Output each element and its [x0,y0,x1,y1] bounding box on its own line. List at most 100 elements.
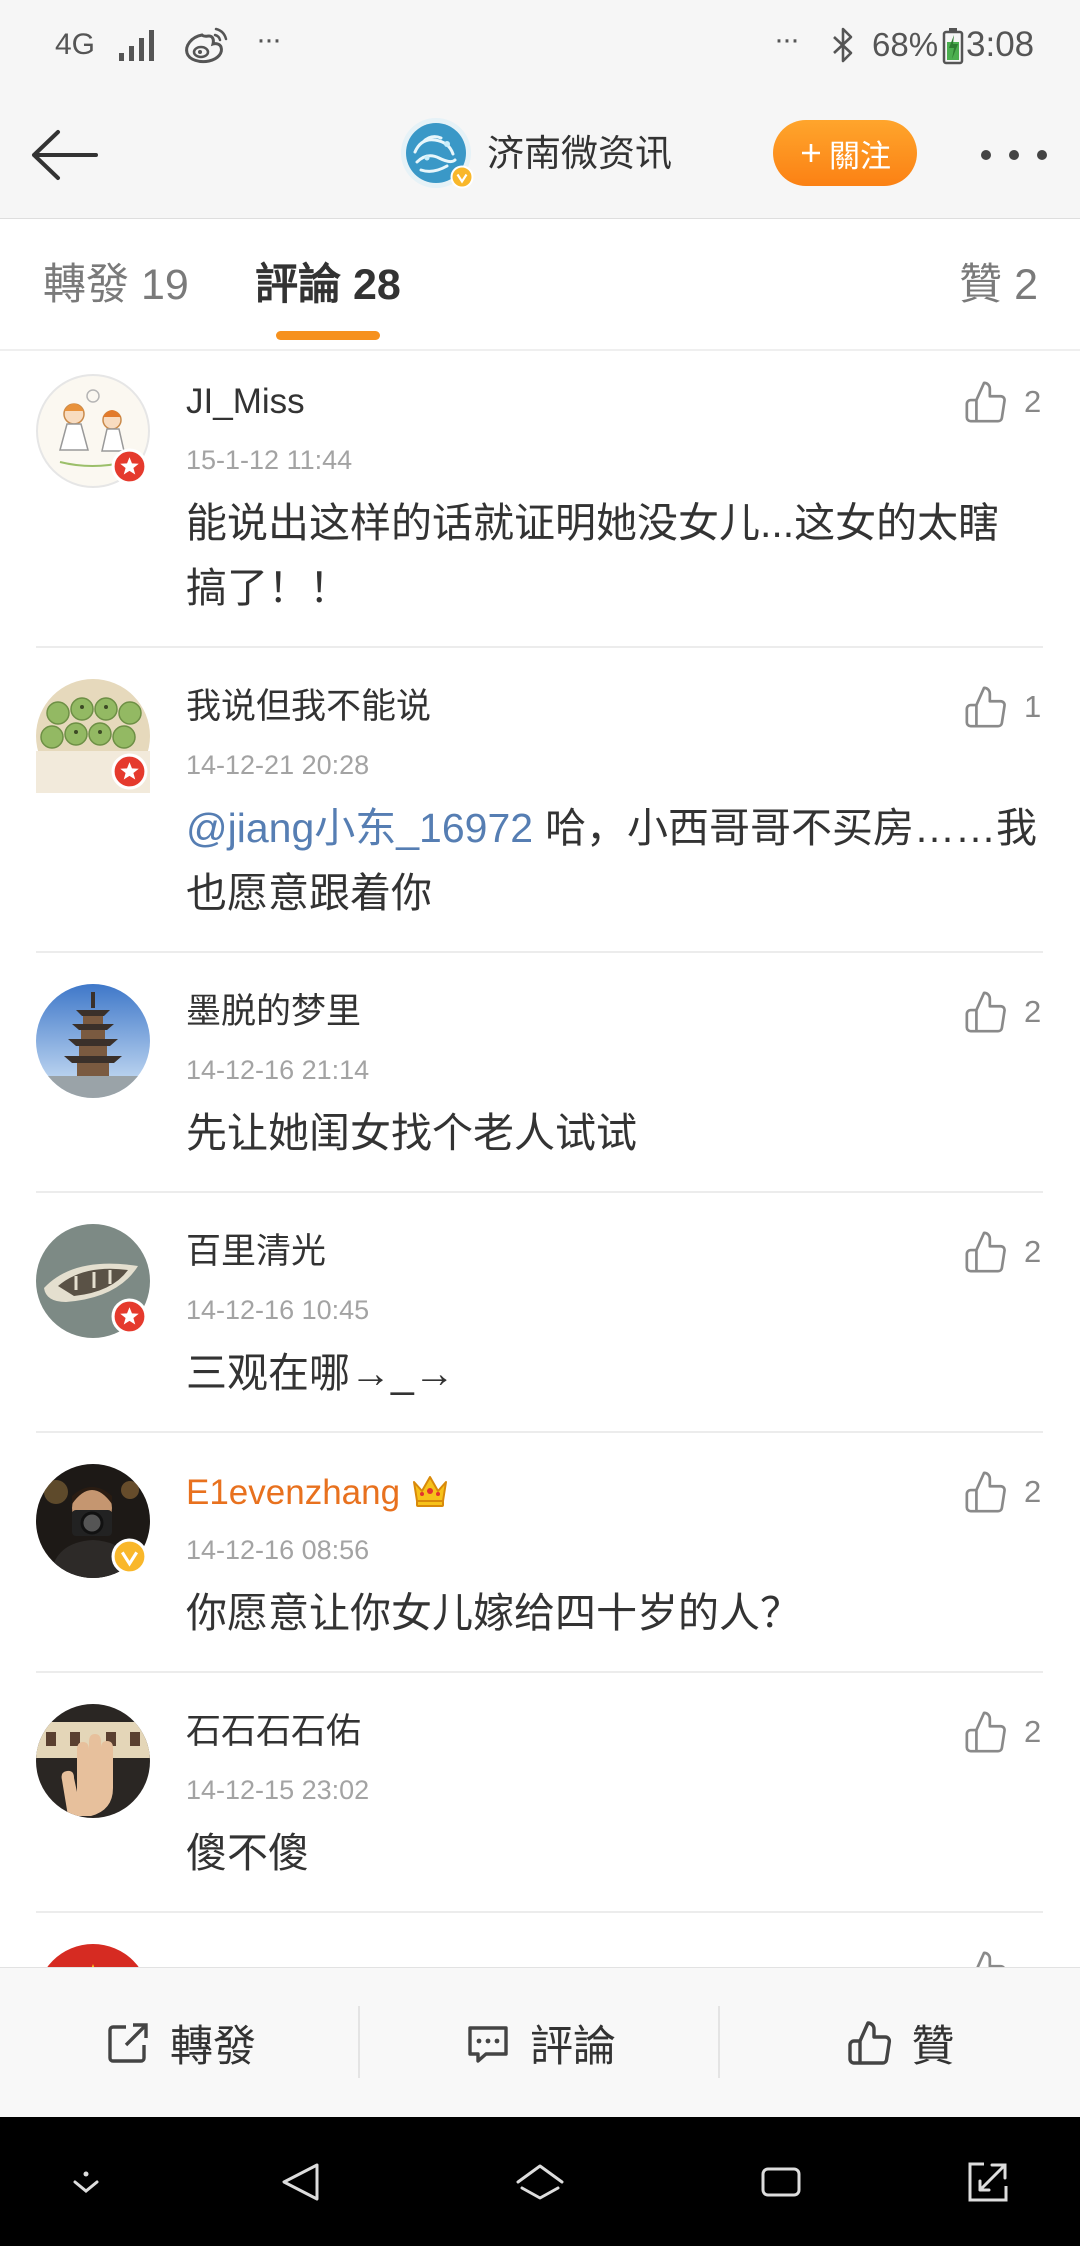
more-dot-icon [1037,150,1047,160]
tab-comments[interactable]: 評論 28 [255,260,401,310]
nav-back-button[interactable] [271,2152,331,2212]
chevron-down-icon [73,2171,99,2193]
commenter-name-text[interactable]: 我说但我不能说 [186,687,431,726]
member-badge [111,1298,148,1335]
comment-date: 14-12-16 08:56 [186,1535,370,1565]
commenter-name-text[interactable]: 墨脱的梦里 [186,992,361,1031]
commenter-name-text[interactable]: E1evenzhang [186,1473,400,1512]
commenter-name: 我说但我不能说 [186,687,1040,727]
divider [358,2006,360,2078]
comment-text: 三观在哪→_→ [186,1341,1040,1406]
comment-item[interactable]: 墨脱的梦里 14-12-16 21:14 先让她闺女找个老人试试 2 [0,953,1080,1193]
like-count: 2 [1024,1234,1042,1269]
comment-body: 先让她闺女找个老人试试 [186,1110,637,1156]
like-button[interactable]: 2 [962,988,1041,1036]
battery-percent: 68% [872,26,939,63]
hide-nav-button[interactable] [56,2152,116,2212]
tab-count: 19 [141,261,189,309]
comment-body: 你愿意让你女儿嫁给四十岁的人？ [186,1590,801,1636]
more-options-button[interactable] [978,143,1050,167]
comment-text: 先让她闺女找个老人试试 [186,1101,1040,1166]
tab-bar: 轉發 19 評論 28 贊2 [0,219,1080,351]
bottom-action-bar: 轉發 評論 贊 [0,1967,1080,2117]
clock: 3:08 [966,25,1035,64]
account-avatar[interactable] [401,118,474,189]
like-count: 2 [1024,384,1042,419]
comment-date: 14-12-16 21:14 [186,1055,370,1085]
thumbs-up-icon [962,1709,1010,1755]
like-button[interactable]: 2 [962,378,1041,426]
repost-label: 轉發 [170,2023,256,2071]
expand-icon [968,2162,1008,2202]
thumbs-up-icon [962,1229,1010,1275]
nav-home-button[interactable] [510,2152,570,2212]
crown-icon [410,1472,450,1508]
tab-reposts[interactable]: 轉發 19 [43,260,189,310]
comment-body: 三观在哪→_→ [186,1350,455,1396]
comment-date: 14-12-21 20:28 [186,750,370,780]
like-count: 2 [1024,1474,1042,1509]
thumbs-up-icon [962,684,1010,730]
comment-button[interactable]: 評論 [360,1968,720,2118]
comment-item[interactable]: 石石石石佑 14-12-15 23:02 傻不傻 2 [0,1673,1080,1913]
avatar[interactable] [36,1704,150,1818]
tab-count: 28 [353,261,401,309]
avatar[interactable] [36,984,150,1098]
follow-label: 關注 [829,138,891,174]
back-button[interactable] [26,125,102,185]
follow-button[interactable]: 關注 [773,120,917,186]
like-post-button[interactable]: 贊 [720,1968,1080,2118]
avatar[interactable] [36,1224,150,1338]
weibo-icon [182,25,230,70]
tab-label: 贊 [959,261,1003,309]
verified-badge [111,1538,148,1575]
comment-text: @jiang小东_16972 哈，小西哥哥不买房……我也愿意跟着你 [186,796,1040,926]
tab-label: 轉發 [43,261,129,309]
comment-text: 你愿意让你女儿嫁给四十岁的人？ [186,1581,1040,1646]
comment-date: 14-12-16 10:45 [186,1295,370,1325]
comment-text: 傻不傻 [186,1821,1040,1886]
comment-item[interactable]: 我说但我不能说 14-12-21 20:28 @jiang小东_16972 哈，小… [0,648,1080,953]
comment-item[interactable]: JI_Miss 15-1-12 11:44 能说出这样的话就证明她没女儿...这… [0,351,1080,648]
tab-label: 評論 [255,261,341,309]
account-title[interactable]: 济南微资讯 [487,132,672,176]
comment-date: 14-12-15 23:02 [186,1775,370,1805]
more-dot-icon [981,150,991,160]
like-count: 1 [1024,689,1042,724]
like-button[interactable]: 2 [962,1708,1041,1756]
commenter-name-text[interactable]: JI_Miss [186,382,305,421]
comment-date: 15-1-12 11:44 [186,445,353,475]
comment-item[interactable]: 百里清光 14-12-16 10:45 三观在哪→_→ 2 [0,1193,1080,1433]
back-triangle-icon [282,2163,319,2201]
mention-link[interactable]: @jiang小东_16972 [186,805,533,851]
like-button[interactable]: 1 [962,683,1041,731]
avatar[interactable] [36,679,150,793]
nav-expand-button[interactable] [958,2152,1018,2212]
commenter-name-text[interactable]: 百里清光 [186,1232,326,1271]
nav-recents-button[interactable] [751,2152,811,2212]
comment-body: 傻不傻 [186,1830,309,1876]
comment-item[interactable]: E1evenzhang 14-12-16 08:56 你愿意让你女儿嫁给四十岁的… [0,1433,1080,1673]
like-button[interactable]: 2 [962,1468,1041,1516]
share-icon [104,2019,152,2067]
avatar[interactable] [36,374,150,488]
like-button[interactable]: 2 [962,1228,1041,1276]
bluetooth-icon [830,25,856,70]
plus-icon [799,141,823,165]
like-label: 贊 [911,2023,955,2071]
commenter-name: JI_Miss [186,382,1040,422]
commenter-name: 墨脱的梦里 [186,992,1040,1032]
comment-icon [464,2019,512,2067]
like-count: 2 [1024,994,1042,1029]
recents-icon [761,2167,801,2197]
thumbs-up-icon [962,1469,1010,1515]
tab-likes[interactable]: 贊2 [959,260,1038,310]
more-dot-icon [1009,150,1019,160]
status-overflow-left: ··· [256,23,282,56]
status-overflow-right: ··· [774,23,800,56]
comment-text: 能说出这样的话就证明她没女儿...这女的太瞎搞了！！ [186,491,1040,621]
avatar[interactable] [36,1464,150,1578]
top-app-bar: 济南微资讯 關注 [0,93,1080,219]
commenter-name-text[interactable]: 石石石石佑 [186,1712,361,1751]
repost-button[interactable]: 轉發 [0,1968,360,2118]
